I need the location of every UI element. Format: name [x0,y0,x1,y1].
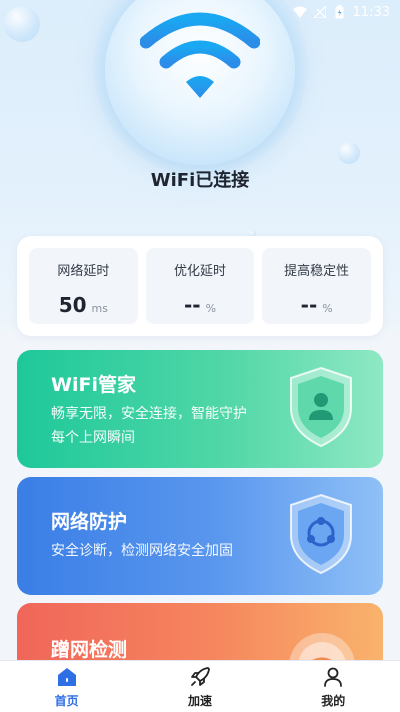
tab-label: 首页 [54,693,79,708]
wifi-icon [140,12,260,98]
rocket-icon [191,666,210,686]
tab-label: 我的 [321,693,346,708]
card-title: 网络防护 [51,511,128,533]
wifi-manager-card[interactable]: WiFi管家 畅享无限，安全连接，智能守护每个上网瞬间 [17,350,383,468]
network-protection-card[interactable]: 网络防护 安全诊断，检测网络安全加固 [17,477,383,595]
status-time: 11:33 [352,4,390,20]
card-description: 畅享无限，安全连接，智能守护每个上网瞬间 [51,406,247,446]
signal-off-icon [313,5,327,19]
tab-label: 加速 [187,693,212,708]
user-shield-icon [290,366,352,448]
bottom-tab-bar: 首页 加速 我的 [0,660,400,712]
decor-bubble [338,142,360,164]
tab-boost[interactable]: 加速 [160,665,240,709]
card-description: 安全诊断，检测网络安全加固 [51,543,233,559]
stat-optimized-latency: 优化延时 -- % [145,248,255,324]
stat-label: 优化延时 [174,264,227,279]
card-title: WiFi管家 [51,374,136,396]
stat-unit: ms [91,302,108,315]
stat-value: -- [183,293,201,317]
stat-latency: 网络延时 50 ms [29,248,138,324]
profile-icon [324,667,343,687]
network-stats-card: 网络延时 50 ms 优化延时 -- % 提高稳定性 -- % [17,236,383,336]
stat-unit: % [205,302,217,315]
stat-value: 50 [58,293,87,317]
stat-label: 提高稳定性 [284,264,350,279]
stat-value: -- [300,293,318,317]
network-shield-icon [290,493,352,575]
tab-mine[interactable]: 我的 [293,665,373,709]
stat-unit: % [322,302,333,315]
home-icon [57,667,76,686]
stat-stability: 提高稳定性 -- % [262,248,372,324]
card-title: 蹭网检测 [51,639,128,661]
tab-home[interactable]: 首页 [27,665,107,709]
connection-status-title: WiFi已连接 [150,170,250,191]
battery-icon [333,5,347,19]
stat-label: 网络延时 [57,264,110,279]
